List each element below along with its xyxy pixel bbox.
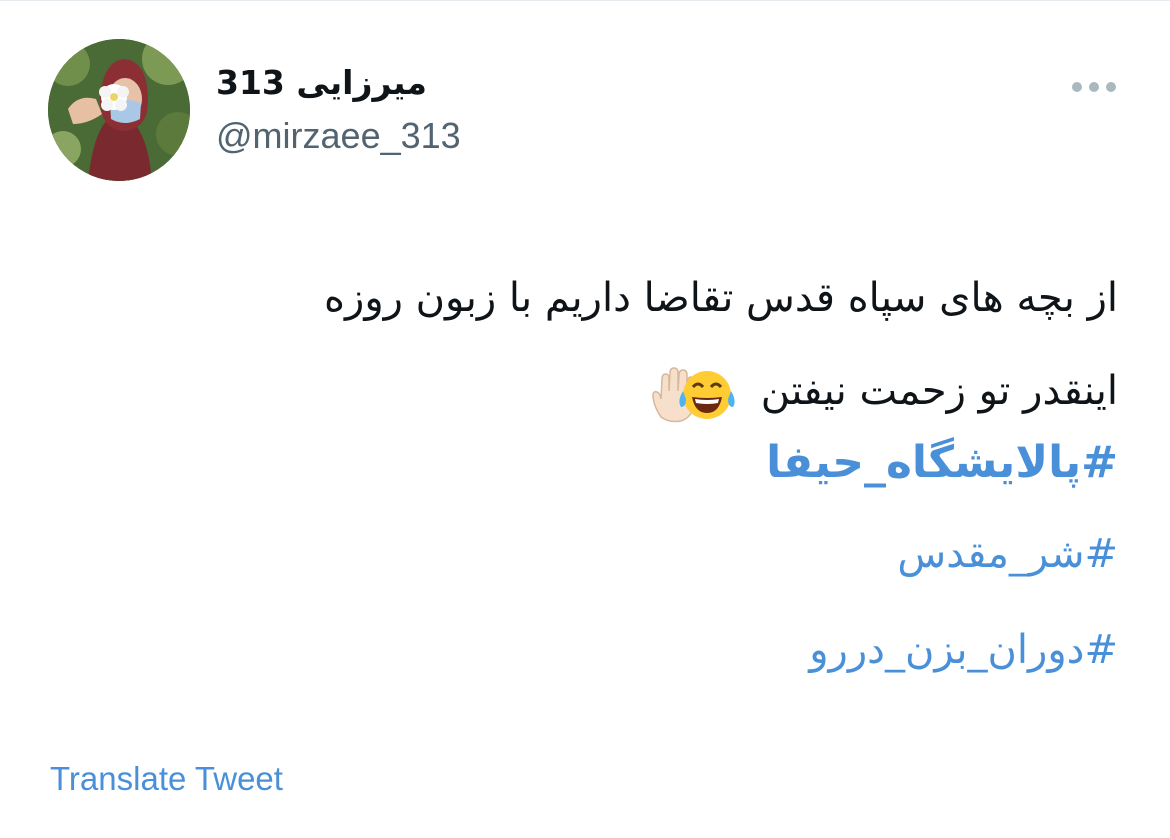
avatar[interactable] xyxy=(48,39,190,181)
translate-tweet-link[interactable]: Translate Tweet xyxy=(50,757,283,801)
tweet-text-line-content: اینقدر تو زحمت نیفتن xyxy=(760,368,1118,414)
profile-photo-icon xyxy=(48,39,190,181)
hashtag-link[interactable]: #شر_مقدس xyxy=(38,506,1118,602)
display-name[interactable]: میرزایی 313 xyxy=(216,60,427,106)
hashtag-link[interactable]: #دوران_بزن_دررو xyxy=(38,602,1118,698)
tweet-text-line: از بچه های سپاه قدس تقاضا داریم با زبون … xyxy=(324,275,1118,321)
raised-hand-and-tears-of-joy-emojis xyxy=(652,366,735,422)
more-options-button[interactable] xyxy=(1068,70,1120,102)
top-divider xyxy=(0,0,1170,1)
user-handle[interactable]: @mirzaee_313 xyxy=(216,113,461,159)
hashtag-list: #پالایشگاه_حیفا #شر_مقدس #دوران_بزن_دررو xyxy=(38,420,1118,698)
hashtag-link[interactable]: #پالایشگاه_حیفا xyxy=(38,420,1118,506)
tweet-text: از بچه های سپاه قدس تقاضا داریم با زبون … xyxy=(38,252,1118,440)
